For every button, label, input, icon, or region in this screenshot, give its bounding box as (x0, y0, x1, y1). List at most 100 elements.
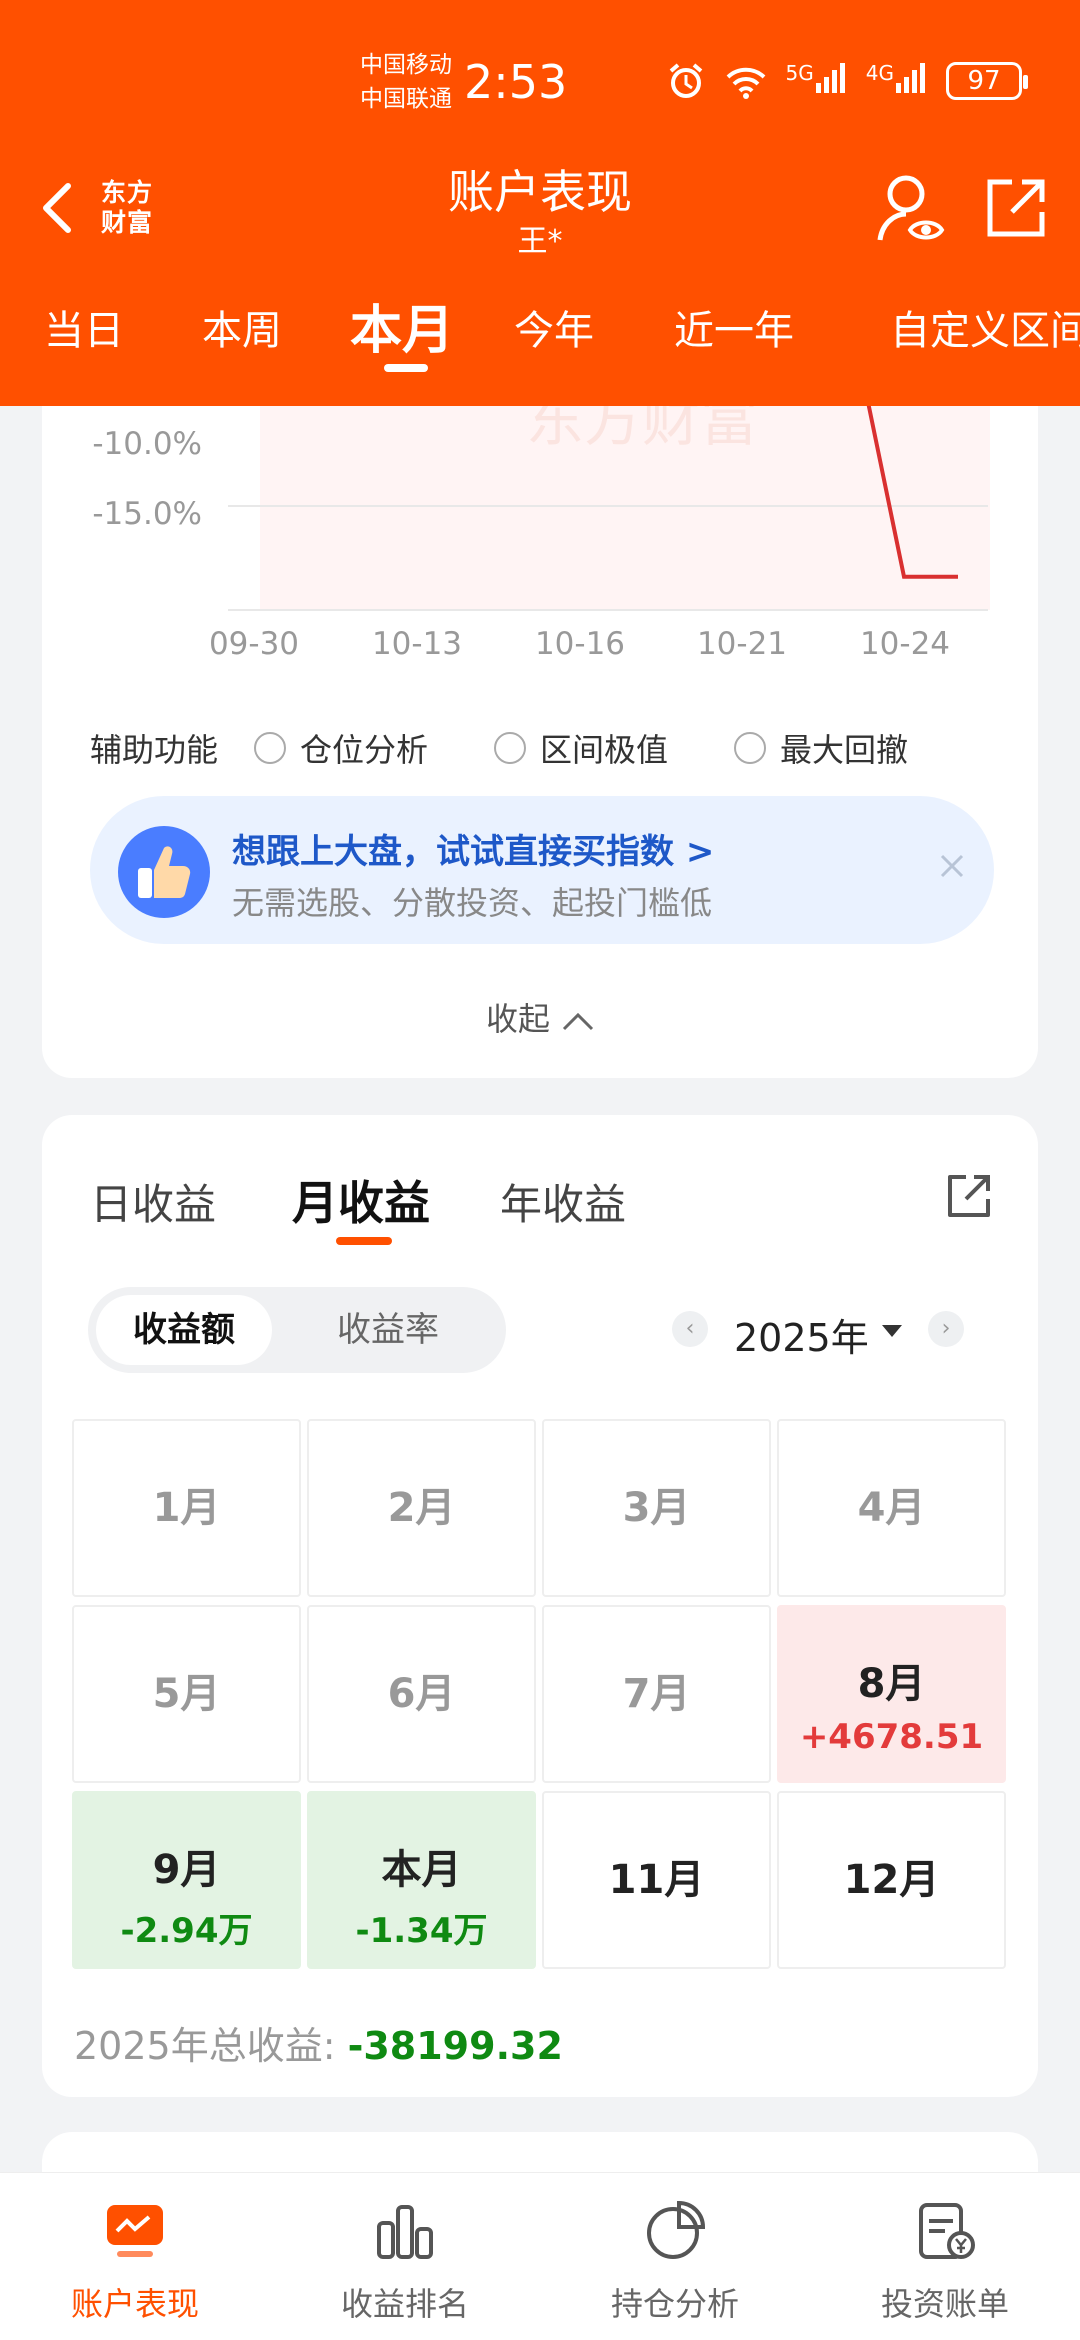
carrier-info: 中国移动 中国联通 (360, 48, 452, 116)
x-tick-label: 10-16 (535, 626, 625, 660)
nav-holdings-analysis[interactable]: 持仓分析 (540, 2199, 810, 2325)
nav-bar: 东方 财富 账户表现 王* (0, 150, 1080, 270)
x-tick-label: 10-24 (860, 626, 950, 660)
bill-icon (919, 2203, 975, 2259)
nav-label: 投资账单 (880, 2285, 1009, 2323)
radio-icon[interactable] (494, 732, 527, 764)
month-cell[interactable]: 本月 -1.34万 (307, 1791, 536, 1969)
alarm-icon (669, 63, 702, 98)
close-icon[interactable] (932, 846, 972, 886)
bar-chart-icon (377, 2205, 433, 2259)
amount-rate-toggle: 收益额 收益率 (88, 1287, 506, 1373)
tab-daily-earnings[interactable]: 日收益 (90, 1171, 216, 1232)
clock: 2:53 (464, 55, 568, 109)
month-cell[interactable]: 1月 (72, 1419, 301, 1597)
promo-title: 想跟上大盘，试试直接买指数 > (232, 832, 715, 872)
month-value: -2.94万 (120, 1911, 253, 1951)
tab-month[interactable]: 本月 (350, 288, 454, 363)
tab-week[interactable]: 本周 (202, 298, 282, 356)
radio-icon[interactable] (254, 732, 287, 764)
month-label: 3月 (622, 1485, 691, 1531)
promo-subtitle: 无需选股、分散投资、起投门槛低 (232, 884, 713, 922)
signal-4g: 4G (866, 61, 928, 102)
tab-today[interactable]: 当日 (44, 298, 124, 356)
total-value: -38199.32 (347, 2024, 563, 2068)
top-header: 中国移动 中国联通 2:53 5G 4G 97 东方 财富 账户表现 王* 当日… (0, 0, 1080, 406)
user-eye-icon[interactable] (876, 170, 946, 250)
caret-down-icon[interactable] (882, 1325, 902, 1337)
pie-chart-icon (647, 2200, 706, 2259)
carrier-2: 中国联通 (360, 86, 452, 112)
battery-indicator: 97 (946, 62, 1028, 100)
month-label: 6月 (387, 1671, 456, 1717)
chart-screen-icon (107, 2205, 163, 2257)
bottom-nav: 账户表现 收益排名 持仓分析 投资账单 (0, 2172, 1080, 2340)
earnings-card: 日收益 月收益 年收益 收益额 收益率 ‹ 2025年 › 1月 2月 3月 4月 5月… (42, 1115, 1038, 2097)
month-label: 9月 (152, 1847, 221, 1893)
tab-last-year[interactable]: 近一年 (674, 298, 794, 356)
performance-chart-card: 东方财富 -5.0%-10.0%-15.0% 09-3010-1310-1610… (42, 300, 1038, 1078)
share-icon[interactable] (944, 1171, 994, 1221)
index-promo-banner[interactable]: 想跟上大盘，试试直接买指数 > 无需选股、分散投资、起投门槛低 (90, 796, 994, 944)
radio-icon[interactable] (734, 732, 767, 764)
share-icon[interactable] (984, 176, 1048, 240)
month-cell[interactable]: 3月 (542, 1419, 771, 1597)
nav-investment-bill[interactable]: 投资账单 (810, 2199, 1080, 2325)
tab-yearly-earnings[interactable]: 年收益 (500, 1171, 626, 1232)
month-cell[interactable]: 8月 +4678.51 (777, 1605, 1006, 1783)
aux-label: 辅助功能 (90, 731, 219, 769)
x-tick-label: 09-30 (209, 626, 299, 660)
wifi-icon (726, 67, 765, 99)
chevron-up-icon (562, 1012, 594, 1031)
year-selector[interactable]: 2025年 (734, 1307, 869, 1362)
month-cell[interactable]: 2月 (307, 1419, 536, 1597)
y-tick-label: -10.0% (92, 426, 202, 462)
month-label: 8月 (857, 1661, 926, 1707)
month-cell[interactable]: 4月 (777, 1419, 1006, 1597)
toggle-rate[interactable]: 收益率 (298, 1295, 478, 1365)
month-cell[interactable]: 6月 (307, 1605, 536, 1783)
month-cell[interactable]: 5月 (72, 1605, 301, 1783)
month-label: 1月 (152, 1485, 221, 1531)
month-label: 4月 (857, 1485, 926, 1531)
tab-monthly-earnings[interactable]: 月收益 (292, 1167, 430, 1233)
thumbs-up-icon (118, 826, 210, 918)
month-cell[interactable]: 9月 -2.94万 (72, 1791, 301, 1969)
nav-label: 收益排名 (340, 2285, 469, 2323)
option-label: 最大回撤 (780, 731, 909, 769)
month-label: 本月 (381, 1847, 462, 1893)
next-year-button[interactable]: › (928, 1311, 964, 1347)
nav-account-performance[interactable]: 账户表现 (0, 2199, 270, 2325)
prev-year-button[interactable]: ‹ (672, 1311, 708, 1347)
signal-5g: 5G (786, 61, 848, 102)
x-tick-label: 10-21 (697, 626, 787, 660)
signal-4g-label: 4G (865, 60, 894, 85)
month-cell[interactable]: 11月 (542, 1791, 771, 1969)
option-max-drawdown[interactable]: 最大回撤 (734, 725, 908, 771)
period-tabs: 当日 本周 本月 今年 近一年 自定义区间 (0, 288, 1080, 388)
total-label: 2025年总收益: (74, 2024, 348, 2068)
y-tick-label: -15.0% (92, 496, 202, 532)
carrier-1: 中国移动 (360, 52, 452, 78)
year-total: 2025年总收益: -38199.32 (74, 2015, 563, 2070)
nav-earnings-ranking[interactable]: 收益排名 (270, 2199, 540, 2325)
tab-year[interactable]: 今年 (514, 298, 594, 356)
nav-label: 持仓分析 (610, 2285, 739, 2323)
tab-underline (384, 364, 428, 372)
month-label: 12月 (843, 1857, 940, 1903)
tab-custom-range[interactable]: 自定义区间 (890, 298, 1080, 356)
month-cell[interactable]: 12月 (777, 1791, 1006, 1969)
option-position-analysis[interactable]: 仓位分析 (254, 725, 428, 771)
thumbs-up-graphic (138, 846, 191, 898)
month-label: 7月 (622, 1671, 691, 1717)
collapse-button[interactable]: 收起 (42, 994, 1038, 1040)
signal-bars-icon (896, 62, 925, 93)
month-value: +4678.51 (799, 1717, 984, 1757)
status-icons: 5G 4G 97 (666, 56, 1028, 106)
signal-5g-label: 5G (785, 60, 814, 85)
signal-bars-icon (815, 62, 845, 93)
x-tick-label: 10-13 (372, 626, 462, 660)
toggle-amount[interactable]: 收益额 (96, 1295, 272, 1365)
option-range-extremes[interactable]: 区间极值 (494, 725, 668, 771)
month-cell[interactable]: 7月 (542, 1605, 771, 1783)
